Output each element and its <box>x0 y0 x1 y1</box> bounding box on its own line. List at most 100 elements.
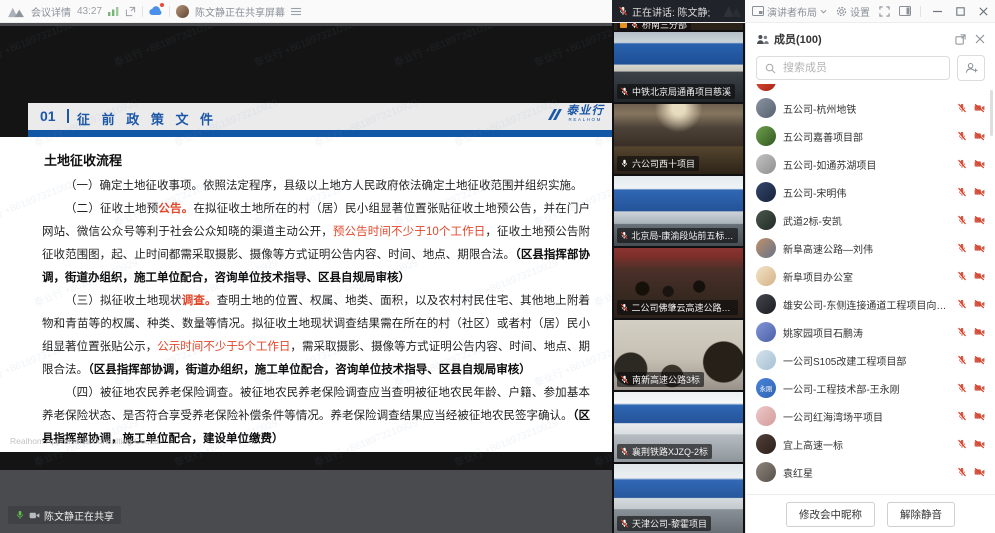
list-icon[interactable] <box>291 7 301 16</box>
mic-muted-icon[interactable] <box>957 467 967 477</box>
fullscreen-icon[interactable] <box>879 6 890 17</box>
member-row[interactable]: 永刚 一公司-工程技术部-王永刚 <box>756 374 985 402</box>
slide-heading: 土地征收流程 <box>44 150 590 169</box>
slide-body: 土地征收流程 （一）确定土地征收事项。依照法定程序，县级以上地方人民政府依法确定… <box>0 137 612 452</box>
mic-muted-icon[interactable] <box>957 187 967 197</box>
camera-off-icon[interactable] <box>974 131 985 141</box>
camera-off-icon[interactable] <box>974 383 985 393</box>
mic-muted-icon[interactable] <box>957 103 967 113</box>
mic-muted-icon[interactable] <box>957 215 967 225</box>
mic-muted-icon[interactable] <box>957 159 967 169</box>
video-tile[interactable]: 二公司佛肇云高速公路项… <box>614 248 743 318</box>
member-row[interactable]: 武道2标-安凯 <box>756 206 985 234</box>
member-name: 五公司-杭州地铁 <box>783 101 950 116</box>
open-window-icon[interactable] <box>125 6 136 17</box>
member-avatar <box>756 98 776 118</box>
member-avatar <box>756 182 776 202</box>
unmute-button[interactable]: 解除静音 <box>887 502 955 527</box>
slide-corner-block <box>0 103 28 137</box>
search-input[interactable] <box>781 61 941 75</box>
mic-muted-icon[interactable] <box>957 327 967 337</box>
company-logo: 泰业行REALHOM <box>544 106 605 122</box>
layout-button[interactable]: 演讲者布局 <box>752 4 827 19</box>
camera-off-icon[interactable] <box>974 159 985 169</box>
member-row[interactable]: 五公司-杭州地铁 <box>756 94 985 122</box>
rename-button[interactable]: 修改会中昵称 <box>786 502 875 527</box>
share-badge: 陈文静正在共享 <box>8 506 121 524</box>
tile-label: 二公司佛肇云高速公路项… <box>632 301 734 314</box>
mic-muted-icon[interactable] <box>957 355 967 365</box>
video-tile[interactable]: 襄荆铁路XJZQ-2标 <box>614 392 743 462</box>
member-row[interactable]: 袁红星 <box>756 458 985 486</box>
slide: 01 征 前 政 策 文 件 泰业行REALHOM 土地征收流程 （一）确定土地… <box>0 26 612 470</box>
mic-muted-icon[interactable] <box>957 299 967 309</box>
popout-icon[interactable] <box>955 34 966 45</box>
divider <box>142 6 143 17</box>
gear-icon <box>836 6 847 17</box>
close-panel-icon[interactable] <box>975 34 985 44</box>
camera-off-icon[interactable] <box>974 355 985 365</box>
add-member-button[interactable] <box>957 55 985 81</box>
side-panel-icon[interactable] <box>899 6 911 16</box>
tile-label: 北京局-康渝段站前五标项目 <box>631 229 734 242</box>
member-row[interactable]: 五公司-宋明伟 <box>756 178 985 206</box>
camera-off-icon[interactable] <box>974 467 985 477</box>
meeting-detail-label[interactable]: 会议详情 <box>31 4 71 19</box>
slide-paragraph: （三）拟征收土地现状调查。查明土地的位置、权属、地类、面积，以及农村村民住宅、其… <box>42 290 590 382</box>
scrollbar[interactable] <box>990 90 993 136</box>
member-name: 宜上高速一标 <box>783 437 950 452</box>
camera-off-icon[interactable] <box>974 299 985 309</box>
video-tile[interactable]: 北京局-康渝段站前五标项目 <box>614 176 743 246</box>
minimize-button[interactable] <box>930 2 944 20</box>
mic-muted-icon[interactable] <box>957 383 967 393</box>
camera-off-icon[interactable] <box>974 327 985 337</box>
mic-muted-icon[interactable] <box>957 131 967 141</box>
member-row[interactable]: 雄安公司-东侧连接通道工程项目向志良 <box>756 290 985 318</box>
camera-off-icon[interactable] <box>974 187 985 197</box>
share-badge-label: 陈文静正在共享 <box>44 508 114 523</box>
mic-muted-icon <box>620 231 628 240</box>
member-avatar <box>756 406 776 426</box>
member-name: 五公司-如通苏湖项目 <box>783 157 950 172</box>
mic-muted-icon[interactable] <box>957 411 967 421</box>
member-row[interactable]: 新阜高速公路—刘伟 <box>756 234 985 262</box>
member-row[interactable]: 五公司嘉善项目部 <box>756 122 985 150</box>
cloud-docs-icon[interactable] <box>149 5 163 17</box>
meeting-app-logo-icon <box>8 5 25 18</box>
member-row[interactable]: 姚家园项目石鹏涛 <box>756 318 985 346</box>
member-row[interactable]: 宜上高速一标 <box>756 430 985 458</box>
member-avatar <box>756 434 776 454</box>
member-row[interactable] <box>756 84 985 92</box>
camera-off-icon[interactable] <box>974 271 985 281</box>
video-tile[interactable]: 中铁北京局通甬项目慈溪 <box>614 32 743 102</box>
maximize-button[interactable] <box>953 2 967 20</box>
video-tile[interactable]: 南新高速公路3标 <box>614 320 743 390</box>
camera-off-icon[interactable] <box>974 103 985 113</box>
mic-muted-icon[interactable] <box>957 243 967 253</box>
member-avatar <box>756 462 776 482</box>
search-box[interactable] <box>756 56 950 80</box>
video-tile[interactable]: 桥南三分部 <box>614 22 743 30</box>
camera-off-icon[interactable] <box>974 243 985 253</box>
mic-muted-icon <box>620 87 629 96</box>
member-row[interactable]: 一公司红海湾场平项目 <box>756 402 985 430</box>
mic-muted-icon[interactable] <box>957 439 967 449</box>
member-name: 新阜高速公路—刘伟 <box>783 241 950 256</box>
camera-off-icon[interactable] <box>974 411 985 421</box>
settings-button[interactable]: 设置 <box>836 4 870 19</box>
mic-muted-icon[interactable] <box>957 271 967 281</box>
member-row[interactable]: 一公司S105改建工程项目部 <box>756 346 985 374</box>
mic-icon <box>620 159 629 168</box>
meeting-timer: 43:27 <box>77 6 102 17</box>
mic-muted-icon <box>620 519 629 528</box>
watermark-logo-icon <box>723 3 743 18</box>
close-button[interactable] <box>976 2 990 20</box>
video-tile[interactable]: 六公司西十项目 <box>614 104 743 174</box>
member-avatar <box>756 154 776 174</box>
camera-off-icon[interactable] <box>974 439 985 449</box>
video-tile[interactable]: 天津公司-黎霍项目 <box>614 464 743 533</box>
camera-off-icon[interactable] <box>974 215 985 225</box>
member-row[interactable]: 五公司-如通苏湖项目 <box>756 150 985 178</box>
mic-icon <box>15 510 25 520</box>
member-row[interactable]: 新阜项目办公室 <box>756 262 985 290</box>
